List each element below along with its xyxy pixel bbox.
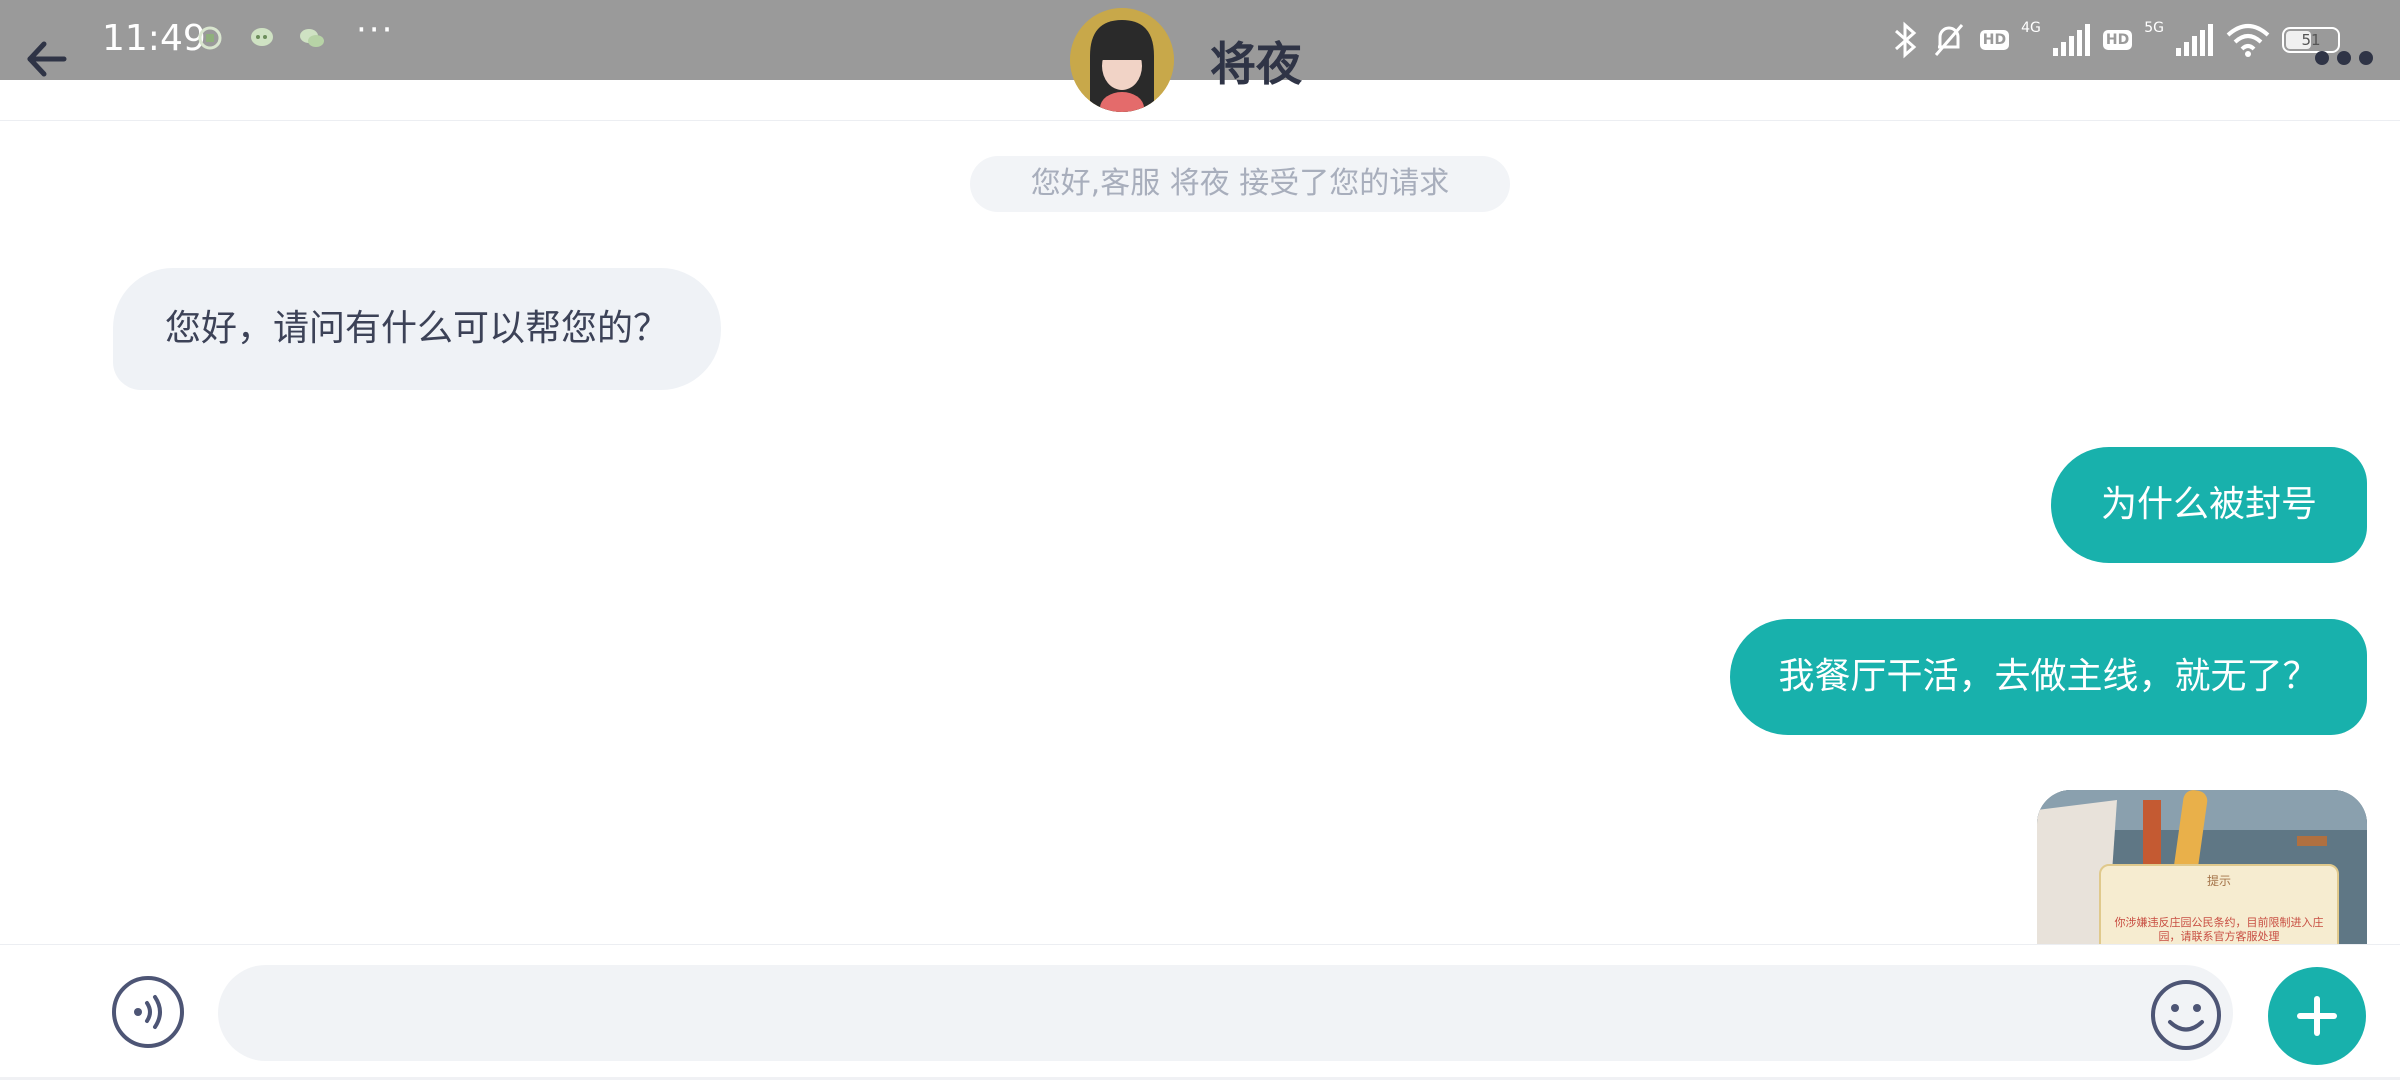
bluetooth-icon xyxy=(1894,21,1917,59)
message-bubble-outgoing[interactable]: 我餐厅干活，去做主线，就无了？ xyxy=(1730,619,2367,735)
plus-button[interactable] xyxy=(2268,967,2366,1065)
status-bar: 11:49 ··· HD 4G HD 5G 51 xyxy=(0,0,2400,80)
chat-title: 将夜 xyxy=(1210,37,1302,91)
message-input[interactable] xyxy=(218,965,2233,1061)
status-overflow-dots: ··· xyxy=(356,10,395,50)
status-time: 11:49 xyxy=(102,18,206,59)
wifi-icon xyxy=(2226,24,2270,57)
hd-badge-2: HD xyxy=(2102,30,2133,50)
chat-notification-icon xyxy=(251,28,273,46)
mute-bell-icon xyxy=(1934,24,1963,56)
system-message: 您好,客服 将夜 接受了您的请求 xyxy=(970,156,1510,212)
network-type-4g: 4G xyxy=(2021,20,2041,36)
message-bubble-outgoing[interactable]: 为什么被封号 xyxy=(2051,447,2367,563)
emoji-icon[interactable] xyxy=(2150,979,2222,1051)
wechat-notification-icon xyxy=(300,29,324,47)
app-notification-icon xyxy=(198,26,222,50)
message-bubble-incoming[interactable]: 您好，请问有什么可以帮您的？ xyxy=(113,268,721,390)
signal-icon xyxy=(2052,24,2090,56)
network-type-5g: 5G xyxy=(2144,20,2164,36)
chat-header xyxy=(0,80,2400,121)
agent-avatar[interactable] xyxy=(1070,8,1174,112)
composer-bar xyxy=(0,944,2400,1081)
dialog-preview-text: 你涉嫌违反庄园公民条约，目前限制进入庄园，请联系官方客服处理 xyxy=(2114,916,2324,943)
plus-icon xyxy=(2297,996,2337,1036)
status-right-group: HD 4G HD 5G 51 xyxy=(1892,18,2340,62)
more-dots-icon[interactable] xyxy=(2312,46,2376,70)
avatar-image xyxy=(1070,8,1174,112)
back-arrow-icon[interactable] xyxy=(22,34,72,84)
hd-badge: HD xyxy=(1979,30,2010,50)
voice-icon[interactable] xyxy=(111,975,185,1049)
image-message[interactable]: 提示 你涉嫌违反庄园公民条约，目前限制进入庄园，请联系官方客服处理 xyxy=(2037,790,2367,945)
dialog-preview-title: 提示 xyxy=(2206,874,2231,888)
signal-icon-2 xyxy=(2176,24,2213,56)
dialog-preview: 提示 你涉嫌违反庄园公民条约，目前限制进入庄园，请联系官方客服处理 xyxy=(2099,864,2339,945)
